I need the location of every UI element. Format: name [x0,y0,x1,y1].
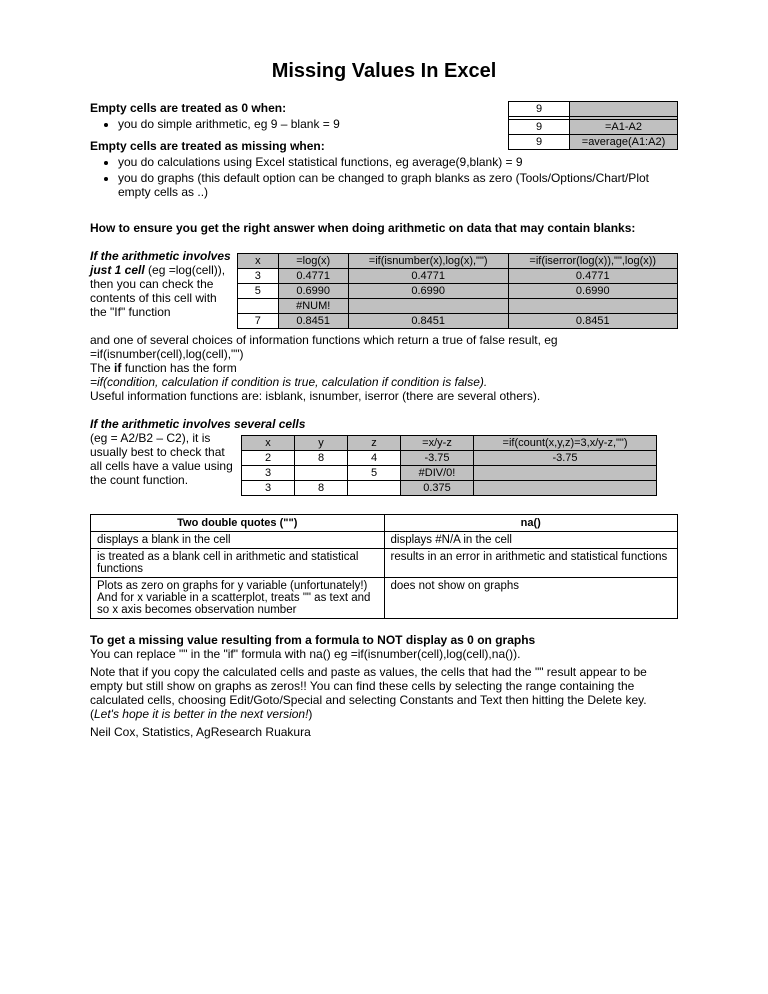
document-page: Missing Values In Excel 9 9=A1-A2 9=aver… [0,0,768,994]
cell: 0.6990 [278,284,348,299]
cell: =A1-A2 [570,120,678,135]
cell: =average(A1:A2) [570,135,678,150]
section-how-to: How to ensure you get the right answer w… [90,221,678,235]
bullet-list: you do calculations using Excel statisti… [90,155,678,199]
cell: 3 [242,481,295,496]
col-head: =x/y-z [401,436,474,451]
cell: 9 [509,102,570,117]
paragraph: Useful information functions are: isblan… [90,389,678,403]
intro-table: 9 9=A1-A2 9=average(A1:A2) [508,101,678,150]
col-head: x [242,436,295,451]
cell [295,466,348,481]
col-head: y [295,436,348,451]
page-title: Missing Values In Excel [90,60,678,83]
cell: 2 [242,451,295,466]
paragraph: Note that if you copy the calculated cel… [90,665,678,721]
heading: To get a missing value resulting from a … [90,633,678,647]
cell: #NUM! [278,299,348,314]
lead-text: (eg = A2/B2 – C2), it is usually best to… [90,431,241,487]
cell: 8 [295,451,348,466]
cell: -3.75 [474,451,657,466]
cell [474,466,657,481]
section-compare: Two double quotes ("") na() displays a b… [90,514,678,619]
cell: #DIV/0! [401,466,474,481]
bullet: you do calculations using Excel statisti… [118,155,678,169]
cell: 9 [509,120,570,135]
cell: 9 [509,135,570,150]
cell: Plots as zero on graphs for y variable (… [91,578,385,619]
cell [348,481,401,496]
paragraph: You can replace "" in the "if" formula w… [90,647,678,661]
cell [474,481,657,496]
col-head: =if(isnumber(x),log(x),"") [348,254,508,269]
txt: function has the form [121,361,236,375]
paragraph: =if(condition, calculation if condition … [90,375,678,389]
heading: If the arithmetic involves several cells [90,417,678,431]
compare-table: Two double quotes ("") na() displays a b… [90,514,678,619]
cell: 3 [242,466,295,481]
cell: 0.4771 [278,269,348,284]
col-head: Two double quotes ("") [91,515,385,532]
cell: 0.6990 [508,284,678,299]
cell: 5 [238,284,278,299]
cell: 0.4771 [508,269,678,284]
section-one-cell: If the arithmetic involves just 1 cell (… [90,249,678,403]
cell: 8 [295,481,348,496]
cell: displays #N/A in the cell [384,532,678,549]
cell: 0.8451 [508,314,678,329]
lead-text: If the arithmetic involves just 1 cell (… [90,249,237,319]
col-head: na() [384,515,678,532]
col-head: z [348,436,401,451]
heading: Empty cells are treated as missing when: [90,139,325,153]
cell: 7 [238,314,278,329]
cell: -3.75 [401,451,474,466]
count-table: x y z =x/y-z =if(count(x,y,z)=3,x/y-z,""… [241,435,657,496]
cell [238,299,278,314]
cell [570,102,678,117]
col-head: x [238,254,278,269]
cell: is treated as a blank cell in arithmetic… [91,549,385,578]
cell: 0.6990 [348,284,508,299]
paragraph: The if function has the form [90,361,678,375]
bullet: you do graphs (this default option can b… [118,171,678,199]
cell: 0.8451 [278,314,348,329]
section-graphs: To get a missing value resulting from a … [90,633,678,739]
cell: results in an error in arithmetic and st… [384,549,678,578]
col-head: =if(iserror(log(x)),"",log(x)) [508,254,678,269]
txt: The [90,361,114,375]
footer-author: Neil Cox, Statistics, AgResearch Ruakura [90,725,678,739]
cell: 3 [238,269,278,284]
cell: does not show on graphs [384,578,678,619]
paragraph: and one of several choices of informatio… [90,333,678,361]
cell: displays a blank in the cell [91,532,385,549]
txt: ) [308,707,312,721]
section-several-cells: If the arithmetic involves several cells… [90,417,678,500]
col-head: =if(count(x,y,z)=3,x/y-z,"") [474,436,657,451]
cell: 0.375 [401,481,474,496]
cell [348,299,508,314]
log-table: x =log(x) =if(isnumber(x),log(x),"") =if… [237,253,678,329]
cell: 0.4771 [348,269,508,284]
heading: How to ensure you get the right answer w… [90,221,635,235]
cell [508,299,678,314]
heading: Empty cells are treated as 0 when: [90,101,286,115]
emph: Let's hope it is better in the next vers… [94,707,308,721]
cell: 0.8451 [348,314,508,329]
cell: 4 [348,451,401,466]
col-head: =log(x) [278,254,348,269]
cell: 5 [348,466,401,481]
